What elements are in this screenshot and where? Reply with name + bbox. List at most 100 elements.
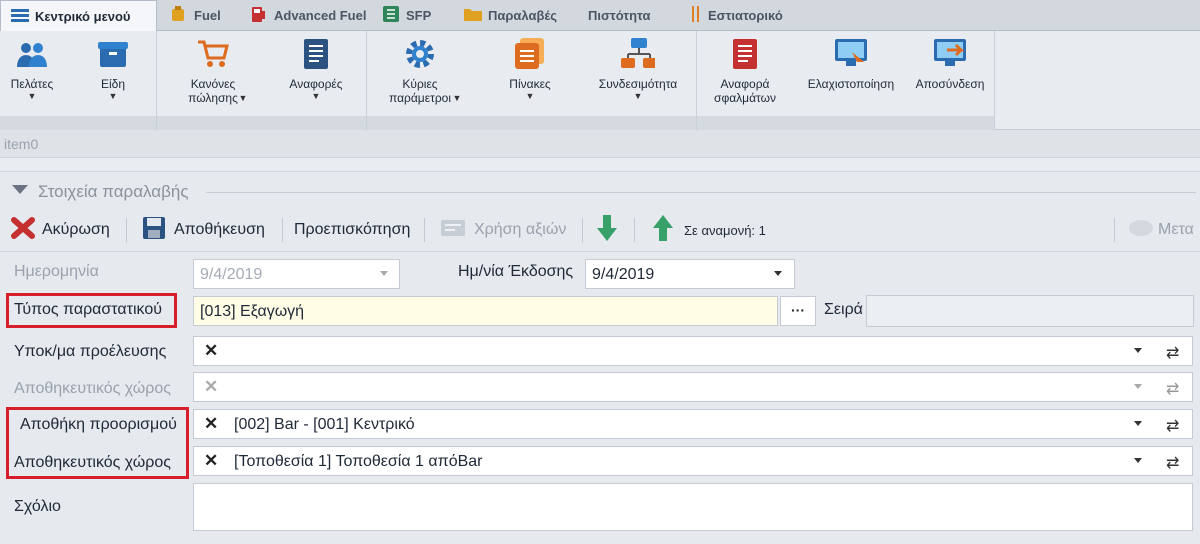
refresh-icon[interactable]: ⇄ [1166, 379, 1179, 399]
tab-advanced-fuel[interactable]: Advanced Fuel [250, 0, 366, 31]
tables-icon [513, 37, 547, 71]
ribbon-button-label: Κανόνες πώλησης [188, 77, 238, 105]
items-box-icon [96, 37, 130, 71]
more-button[interactable]: Μετα [1128, 216, 1194, 244]
customers-icon [15, 37, 49, 71]
pending-label: Σε αναμονή: 1 [684, 222, 766, 238]
use-values-icon [440, 218, 466, 243]
tab-label: Εστιατορικό [708, 8, 783, 23]
spreadsheet-icon [383, 6, 400, 25]
clear-icon[interactable]: ✕ [204, 341, 218, 361]
customers-button[interactable]: Πελάτες ▼ [6, 31, 58, 116]
tab-label: Fuel [194, 8, 221, 23]
use-values-button[interactable]: Χρήση αξιών [440, 216, 566, 244]
tab-fuel[interactable]: Fuel [170, 0, 221, 31]
error-report-icon [728, 37, 762, 71]
toolbar-separator [282, 218, 283, 242]
section-divider [206, 192, 1196, 193]
cart-icon [196, 37, 230, 71]
use-values-label: Χρήση αξιών [474, 221, 567, 238]
save-label: Αποθήκευση [174, 221, 265, 238]
move-up-button[interactable] [652, 214, 674, 244]
comment-label: Σχόλιο [14, 498, 61, 515]
date-field[interactable]: 9/4/2019 [193, 259, 400, 289]
doc-type-browse-button[interactable]: ··· [780, 296, 816, 326]
ribbon-button-label: Αναφορά σφαλμάτων [714, 77, 776, 105]
dest-warehouse-field[interactable]: ✕ [002] Bar - [001] Κεντρικό ⇄ [193, 409, 1193, 439]
minimize-icon [834, 37, 868, 71]
refresh-icon[interactable]: ⇄ [1166, 453, 1179, 473]
save-button[interactable]: Αποθήκευση [142, 216, 265, 244]
separator [0, 158, 1200, 172]
tab-loyalty[interactable]: Πιστότητα [588, 0, 650, 31]
dest-storage-label: Αποθηκευτικός χώρος [14, 454, 171, 471]
clear-icon[interactable]: ✕ [204, 377, 218, 397]
tab-sfp[interactable]: SFP [383, 0, 431, 31]
ribbon-button-label: Είδη [100, 77, 126, 91]
clear-icon[interactable]: ✕ [204, 451, 218, 471]
reports-button[interactable]: Αναφορές ▼ [280, 31, 352, 116]
ribbon-button-label: Κύριες παράμετροι [389, 77, 451, 105]
doc-type-value: [013] Εξαγωγή [200, 303, 305, 320]
preview-button[interactable]: Προεπισκόπηση [294, 216, 410, 244]
cancel-button[interactable]: Ακύρωση [10, 216, 110, 244]
reports-icon [299, 37, 333, 71]
chevron-down-icon: ▼ [525, 91, 535, 101]
series-field[interactable] [866, 295, 1194, 327]
chevron-down-icon: ▼ [238, 93, 248, 103]
origin-branch-label: Υποκ/μα προέλευσης [14, 343, 167, 360]
chevron-down-icon: ▼ [633, 91, 643, 101]
chevron-down-icon[interactable] [774, 271, 782, 276]
doc-type-field[interactable]: [013] Εξαγωγή [193, 296, 778, 326]
section-title: Στοιχεία παραλαβής [38, 182, 189, 201]
chevron-down-icon[interactable] [380, 271, 388, 276]
items-button[interactable]: Είδη ▼ [86, 31, 140, 116]
chevron-down-icon[interactable] [1134, 384, 1142, 389]
section-header[interactable]: Στοιχεία παραλαβής [0, 172, 1200, 208]
sales-rules-button[interactable]: Κανόνες πώλησης ▼ [172, 31, 254, 116]
connectivity-button[interactable]: Συνδεσιμότητα ▼ [584, 31, 692, 116]
toolbar-separator [634, 218, 635, 242]
tab-label: SFP [406, 8, 432, 23]
comment-textarea[interactable] [193, 483, 1193, 531]
minimize-button[interactable]: Ελαχιστοποίηση [800, 31, 902, 116]
refresh-icon[interactable]: ⇄ [1166, 343, 1179, 363]
origin-branch-field[interactable]: ✕ ⇄ [193, 336, 1193, 366]
move-down-button[interactable] [596, 214, 618, 247]
chevron-down-icon[interactable] [1134, 421, 1142, 426]
cutlery-icon [690, 6, 702, 25]
tables-button[interactable]: Πίνακες ▼ [494, 31, 566, 116]
ribbon-button-label: Συνδεσιμότητα [598, 77, 678, 91]
ribbon: Πελάτες ▼ Είδη ▼ Κανόνες πώλησης ▼ Αναφο… [0, 31, 1200, 130]
tab-label: Advanced Fuel [274, 8, 367, 23]
collapse-triangle-icon[interactable] [12, 185, 28, 194]
main-parameters-button[interactable]: Κύριες παράμετροι ▼ [372, 31, 468, 116]
ribbon-button-label: Πελάτες [10, 77, 54, 91]
folder-icon [464, 7, 482, 24]
origin-storage-field[interactable]: ✕ ⇄ [193, 372, 1193, 402]
tab-receipts[interactable]: Παραλαβές [464, 0, 557, 31]
issue-date-value: 9/4/2019 [592, 266, 655, 283]
ribbon-button-label: Αποσύνδεση [915, 77, 985, 91]
tab-main-menu[interactable]: Κεντρικό μενού [0, 0, 157, 31]
menu-icon [11, 8, 29, 25]
dest-warehouse-value: [002] Bar - [001] Κεντρικό [234, 416, 415, 433]
tab-restaurant[interactable]: Εστιατορικό [690, 0, 783, 31]
tab-label: Παραλαβές [488, 8, 558, 23]
origin-storage-label: Αποθηκευτικός χώρος [14, 380, 171, 397]
date-value: 9/4/2019 [200, 266, 263, 283]
more-icon [1128, 218, 1154, 243]
error-report-button[interactable]: Αναφορά σφαλμάτων [703, 31, 787, 116]
arrow-down-icon [596, 214, 618, 247]
chevron-down-icon[interactable] [1134, 458, 1142, 463]
dest-storage-field[interactable]: ✕ [Τοποθεσία 1] Τοποθεσία 1 απόBar ⇄ [193, 446, 1193, 476]
ribbon-button-label: Πίνακες [509, 77, 551, 91]
toolbar-separator [424, 218, 425, 242]
logout-button[interactable]: Αποσύνδεση [908, 31, 992, 116]
issue-date-field[interactable]: 9/4/2019 [585, 259, 795, 289]
more-label: Μετα [1158, 221, 1194, 238]
chevron-down-icon[interactable] [1134, 348, 1142, 353]
clear-icon[interactable]: ✕ [204, 414, 218, 434]
refresh-icon[interactable]: ⇄ [1166, 416, 1179, 436]
toolbar-separator [126, 218, 127, 242]
